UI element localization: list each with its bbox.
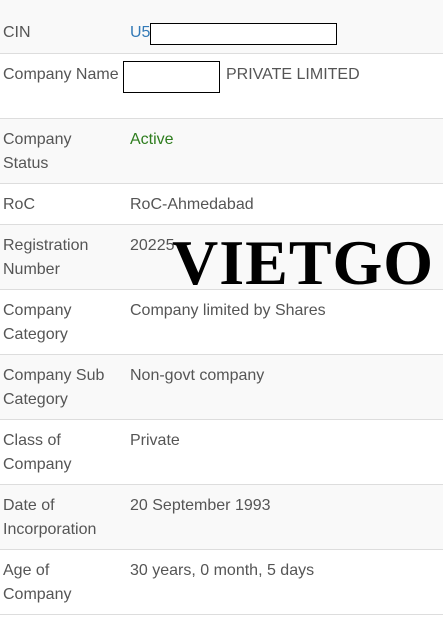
company-status-value: Active	[130, 131, 174, 148]
company-sub-category-value: Non-govt company	[130, 367, 265, 384]
company-category-value: Company limited by Shares	[130, 302, 326, 319]
table-row-company-status: Company Status Active	[0, 119, 443, 184]
company-name-label: Company Name	[3, 66, 119, 83]
age-of-company-label: Age of Company	[3, 562, 72, 603]
roc-label: RoC	[3, 196, 36, 213]
company-sub-category-label: Company Sub Category	[3, 367, 105, 408]
table-row-date-of-incorporation: Date of Incorporation 20 September 1993	[0, 485, 443, 550]
age-of-company-value: 30 years, 0 month, 5 days	[130, 562, 315, 579]
company-name-redaction	[123, 61, 220, 93]
class-of-company-label: Class of Company	[3, 432, 72, 473]
company-status-label: Company Status	[3, 131, 72, 172]
vietgo-watermark: VIETGO	[172, 227, 435, 298]
company-category-label: Company Category	[3, 302, 72, 343]
table-row-company-name: Company Name PRIVATE LIMITED	[0, 54, 443, 119]
registration-number-label: Registration Number	[3, 237, 89, 278]
table-row-roc: RoC RoC-Ahmedabad	[0, 184, 443, 225]
date-of-incorporation-value: 20 September 1993	[130, 497, 271, 514]
table-row-cin: CIN U5	[0, 0, 443, 54]
company-details-table: CIN U5 Company Name PRIVATE LIMITED Comp…	[0, 0, 443, 615]
class-of-company-value: Private	[130, 432, 180, 449]
cin-redaction	[150, 23, 337, 45]
table-row-class-of-company: Class of Company Private	[0, 420, 443, 485]
company-name-value: PRIVATE LIMITED	[226, 66, 360, 83]
cin-label: CIN	[3, 24, 31, 41]
date-of-incorporation-label: Date of Incorporation	[3, 497, 97, 538]
table-row-age-of-company: Age of Company 30 years, 0 month, 5 days	[0, 550, 443, 615]
table-row-company-sub-category: Company Sub Category Non-govt company	[0, 355, 443, 420]
roc-value: RoC-Ahmedabad	[130, 196, 254, 213]
